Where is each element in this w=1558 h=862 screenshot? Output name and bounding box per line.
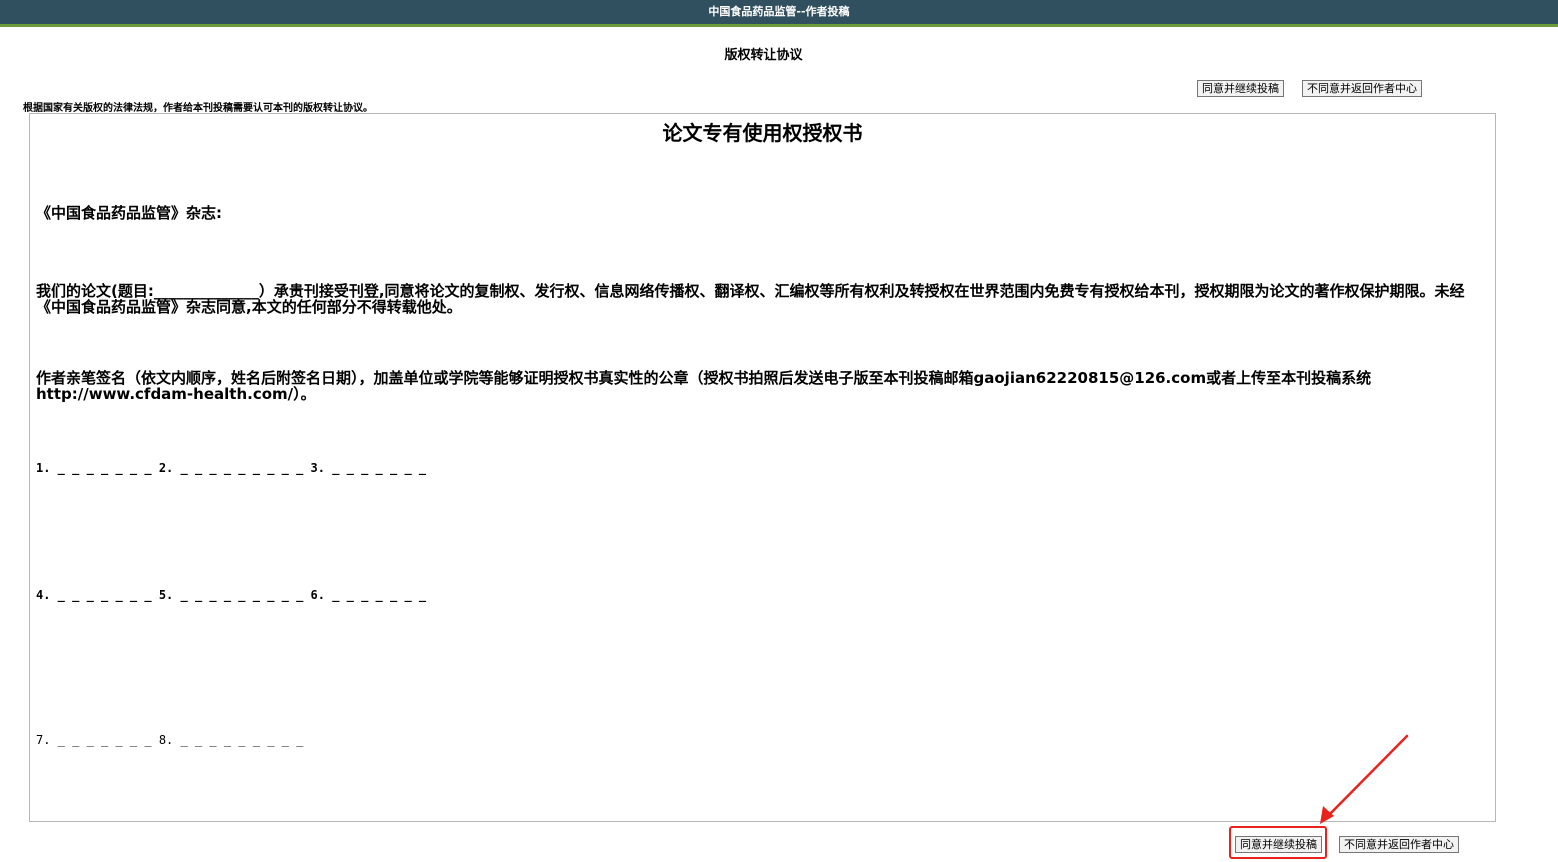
signature-row-2: 4. _ _ _ _ _ _ _ 5. _ _ _ _ _ _ _ _ _ 6.… bbox=[36, 588, 427, 602]
signature-row-3: 7. _ _ _ _ _ _ _ 8. _ _ _ _ _ _ _ _ _ bbox=[36, 733, 304, 747]
copyright-notice: 根据国家有关版权的法律法规，作者给本刊投稿需要认可本刊的版权转让协议。 bbox=[23, 103, 373, 114]
agree-continue-button-top[interactable]: 同意并继续投稿 bbox=[1197, 80, 1284, 97]
document-paragraph-license: 我们的论文(题目:______________）承贵刊接受刊登,同意将论文的复制… bbox=[36, 282, 1465, 316]
page-title: 版权转让协议 bbox=[724, 48, 803, 63]
document-title: 论文专有使用权授权书 bbox=[662, 121, 863, 145]
disagree-return-button-top[interactable]: 不同意并返回作者中心 bbox=[1302, 80, 1422, 97]
document-greeting: 《中国食品药品监管》杂志: bbox=[36, 204, 222, 222]
annotation-highlight-box bbox=[1229, 826, 1327, 859]
signature-row-1: 1. _ _ _ _ _ _ _ 2. _ _ _ _ _ _ _ _ _ 3.… bbox=[36, 461, 427, 475]
window-title: 中国食品药品监管--作者投稿 bbox=[708, 5, 850, 18]
document-paragraph-signature: 作者亲笔签名（依文内顺序，姓名后附签名日期），加盖单位或学院等能够证明授权书真实… bbox=[36, 369, 1372, 403]
window-title-bar: 中国食品药品监管--作者投稿 bbox=[0, 0, 1558, 27]
disagree-return-button-bottom[interactable]: 不同意并返回作者中心 bbox=[1339, 836, 1459, 853]
agreement-document: 论文专有使用权授权书 《中国食品药品监管》杂志: 我们的论文(题目:______… bbox=[29, 113, 1496, 822]
